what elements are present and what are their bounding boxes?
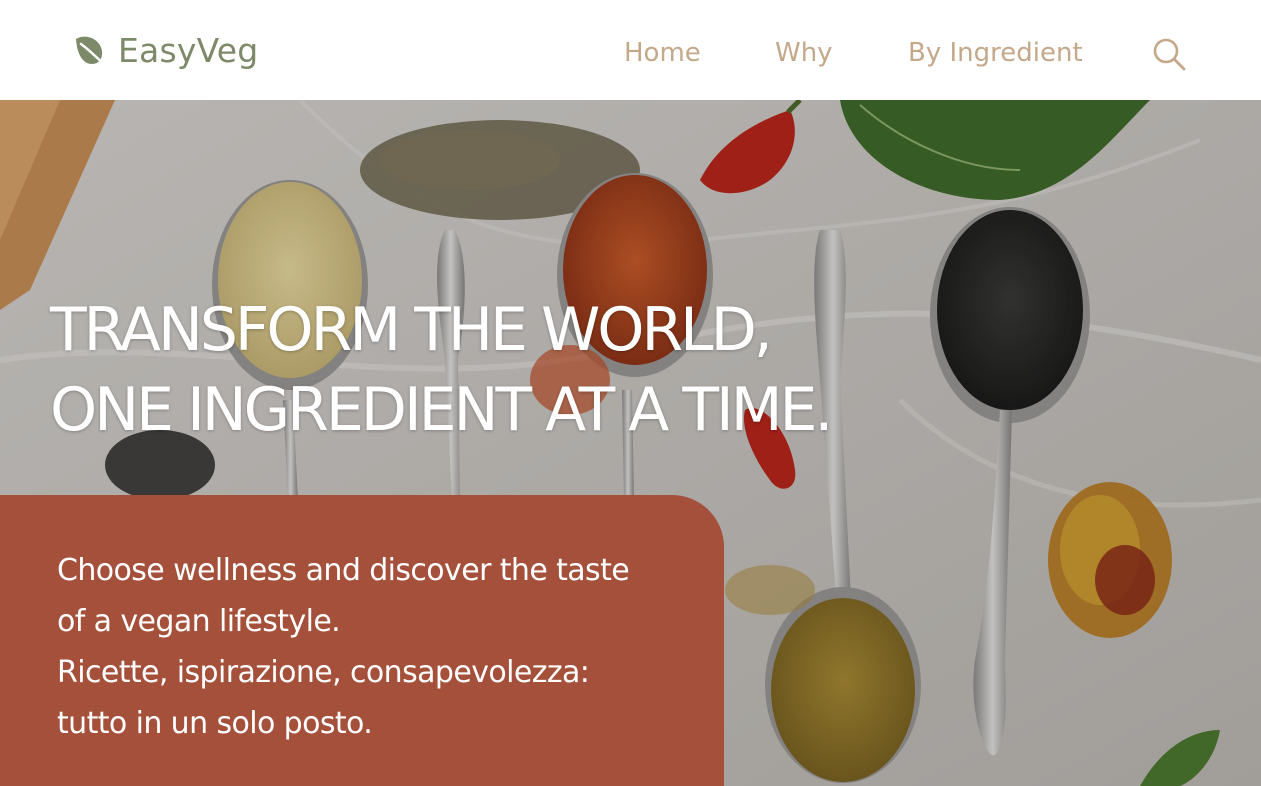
- intro-line-4: tutto in un solo posto.: [57, 706, 373, 741]
- intro-text: Choose wellness and discover the taste o…: [57, 545, 707, 749]
- hero-section: TRANSFORM THE WORLD, ONE INGREDIENT AT A…: [0, 100, 1261, 786]
- intro-line-1: Choose wellness and discover the taste: [57, 553, 630, 588]
- brand-name: EasyVeg: [118, 30, 259, 70]
- nav-why[interactable]: Why: [775, 38, 833, 68]
- intro-card: Choose wellness and discover the taste o…: [0, 495, 724, 786]
- site-header: EasyVeg Home Why By Ingredient: [0, 0, 1261, 100]
- hero-title-line-1: TRANSFORM THE WORLD,: [50, 295, 773, 365]
- nav-by-ingredient[interactable]: By Ingredient: [908, 38, 1083, 68]
- intro-line-3: Ricette, ispirazione, consapevolezza:: [57, 655, 590, 690]
- leaf-icon: [76, 36, 108, 68]
- hero-title-line-2: ONE INGREDIENT AT A TIME.: [50, 375, 833, 445]
- search-icon[interactable]: [1150, 35, 1188, 73]
- brand-logo-link[interactable]: EasyVeg: [72, 28, 258, 72]
- nav-home[interactable]: Home: [624, 38, 701, 68]
- intro-line-2: of a vegan lifestyle.: [57, 604, 341, 639]
- hero-title: TRANSFORM THE WORLD, ONE INGREDIENT AT A…: [50, 290, 833, 450]
